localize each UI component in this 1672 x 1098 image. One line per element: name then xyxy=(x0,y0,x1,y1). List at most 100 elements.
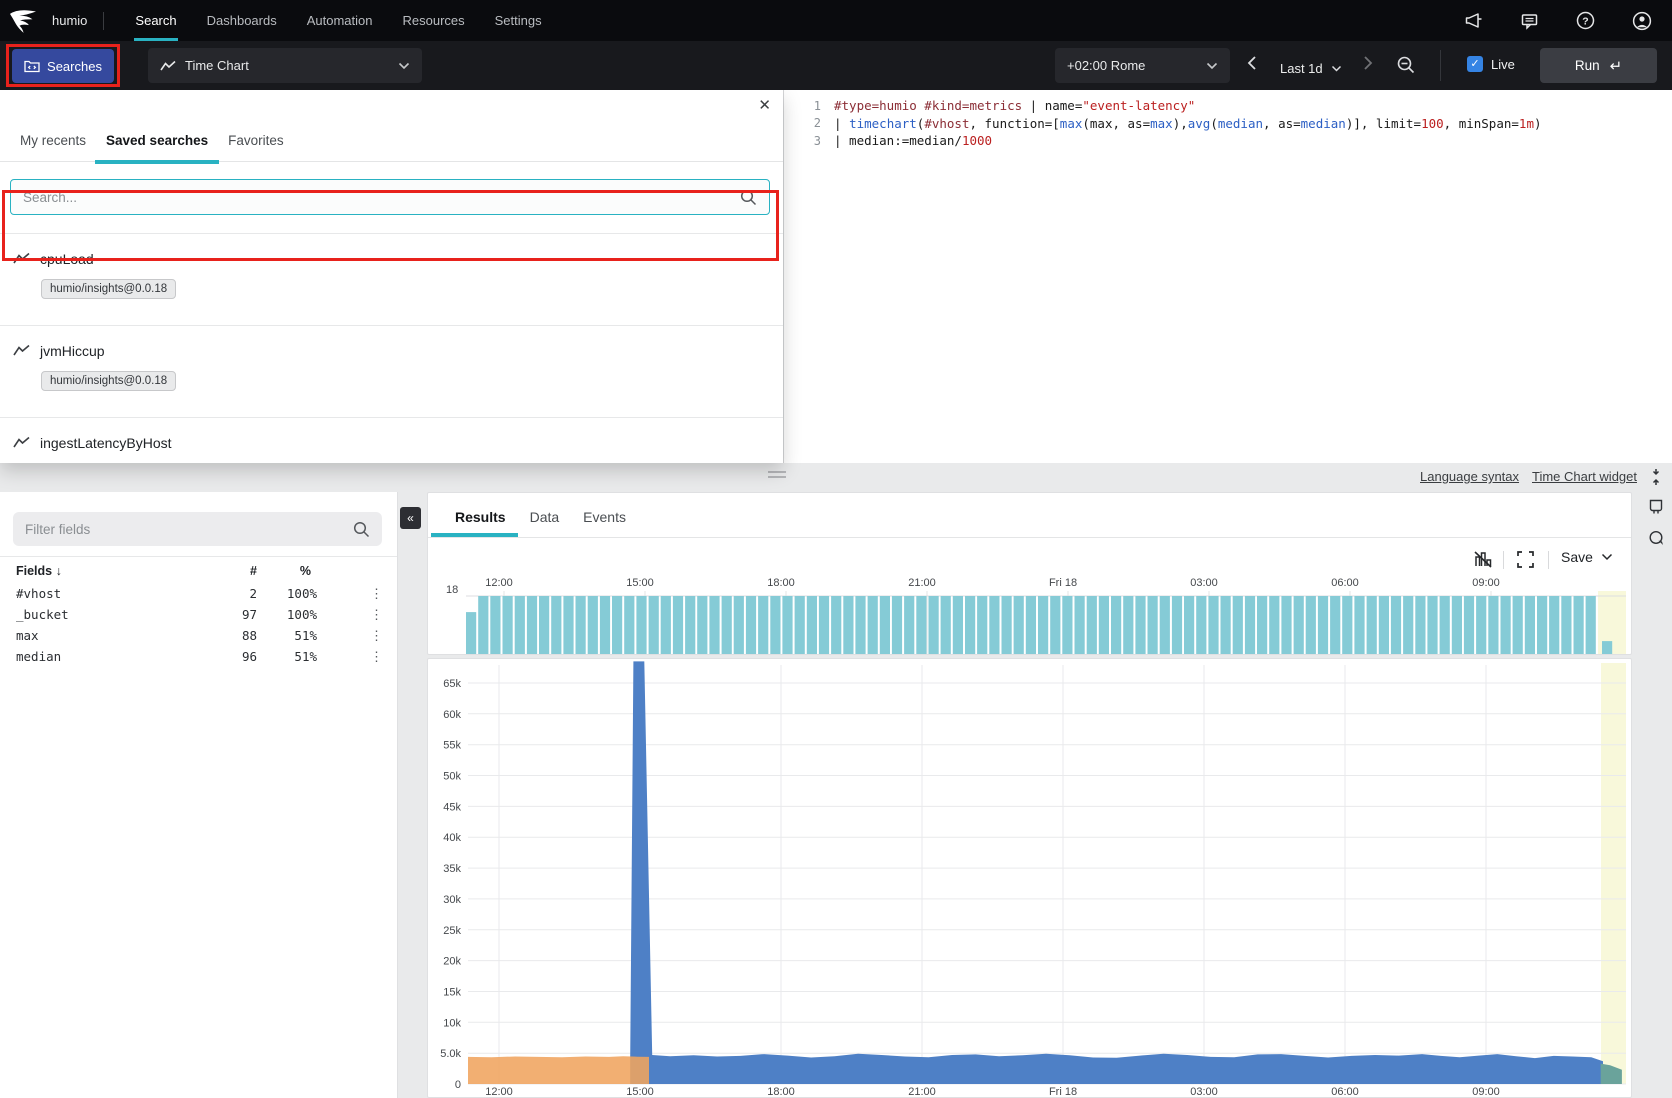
time-chart[interactable]: 65k60k55k50k45k40k35k30k25k20k15k10k5.0k… xyxy=(428,659,1631,1097)
field-row[interactable]: max8851%⋮ xyxy=(0,628,397,649)
save-button[interactable]: Save xyxy=(1561,549,1613,565)
feedback-icon[interactable] xyxy=(1520,12,1539,30)
y-tick-label: 10k xyxy=(443,1017,461,1029)
histogram-bar xyxy=(1281,596,1291,654)
tab-data[interactable]: Data xyxy=(518,509,572,537)
main-nav: SearchDashboardsAutomationResourcesSetti… xyxy=(120,0,556,41)
histogram-bar xyxy=(1099,596,1109,654)
time-prev-icon[interactable] xyxy=(1247,55,1257,76)
histogram-bar xyxy=(795,596,805,654)
collapse-fields-panel-button[interactable]: « xyxy=(400,507,421,529)
saved-search-name: jvmHiccup xyxy=(40,343,105,359)
histogram-bar xyxy=(904,596,914,654)
histogram-bar xyxy=(977,596,987,654)
field-row[interactable]: _bucket97100%⋮ xyxy=(0,607,397,628)
histogram-ymax-label: 18 xyxy=(446,584,458,596)
tab-results[interactable]: Results xyxy=(443,509,518,537)
histogram-bar xyxy=(1172,596,1182,654)
package-badge: humio/insights@0.0.18 xyxy=(41,371,176,391)
histogram-bar xyxy=(1403,596,1413,654)
help-icon[interactable]: ? xyxy=(1576,11,1595,30)
nav-item-resources[interactable]: Resources xyxy=(388,0,480,41)
histogram-bar xyxy=(1488,596,1498,654)
close-icon[interactable]: ✕ xyxy=(758,98,771,113)
widget-dock-icon[interactable] xyxy=(1648,499,1664,521)
histogram-bar xyxy=(1525,596,1535,654)
y-tick-label: 15k xyxy=(443,987,461,999)
field-count: 88 xyxy=(242,628,257,643)
enter-key-icon: ↵ xyxy=(1610,57,1623,75)
time-chart-widget-link[interactable]: Time Chart widget xyxy=(1532,469,1637,484)
fullscreen-icon[interactable] xyxy=(1516,550,1535,574)
code-text: | median:=median/1000 xyxy=(834,133,992,148)
account-icon[interactable] xyxy=(1632,11,1652,31)
event-distribution-histogram[interactable] xyxy=(466,591,1626,655)
searches-button[interactable]: Searches xyxy=(12,49,114,83)
field-count: 96 xyxy=(242,649,257,664)
search-inspect-icon[interactable] xyxy=(1648,530,1665,552)
nav-item-settings[interactable]: Settings xyxy=(480,0,557,41)
histogram-bar xyxy=(490,596,500,654)
time-range-select[interactable]: Last 1d xyxy=(1280,61,1342,76)
announcements-icon[interactable] xyxy=(1464,12,1483,30)
view-type-select[interactable]: Time Chart xyxy=(148,48,422,83)
histogram-x-tick-label: 12:00 xyxy=(485,577,513,589)
histogram-bar xyxy=(916,596,926,654)
kebab-menu-icon[interactable]: ⋮ xyxy=(370,607,383,623)
toolbar-divider xyxy=(1440,50,1441,81)
field-row[interactable]: #vhost2100%⋮ xyxy=(0,586,397,607)
live-checkbox[interactable]: ✓ Live xyxy=(1467,56,1515,72)
time-next-icon[interactable] xyxy=(1363,55,1373,76)
tab-events[interactable]: Events xyxy=(571,509,638,537)
histogram-bar xyxy=(953,596,963,654)
nav-item-automation[interactable]: Automation xyxy=(292,0,388,41)
query-editor[interactable]: 1#type=humio #kind=metrics | name="event… xyxy=(783,90,1672,463)
filter-fields-input[interactable] xyxy=(25,522,353,537)
histogram-bar xyxy=(782,596,792,654)
code-line: 2| timechart(#vhost, function=[max(max, … xyxy=(784,115,1672,133)
histogram-bar xyxy=(709,596,719,654)
field-row[interactable]: median9651%⋮ xyxy=(0,649,397,670)
run-button[interactable]: Run ↵ xyxy=(1540,48,1657,83)
nav-item-search[interactable]: Search xyxy=(120,0,191,41)
zoom-out-icon[interactable] xyxy=(1396,55,1416,80)
time-chart-icon xyxy=(160,60,176,72)
tab-my-recents[interactable]: My recents xyxy=(10,133,96,161)
field-percent: 51% xyxy=(294,628,317,643)
kebab-menu-icon[interactable]: ⋮ xyxy=(370,628,383,644)
histogram-bar xyxy=(1586,596,1596,654)
histogram-bar xyxy=(1233,596,1243,654)
tab-saved-searches[interactable]: Saved searches xyxy=(96,133,218,161)
histogram-x-tick-label: 21:00 xyxy=(908,577,936,589)
nav-item-dashboards[interactable]: Dashboards xyxy=(192,0,292,41)
histogram-bar xyxy=(1245,596,1255,654)
language-syntax-link[interactable]: Language syntax xyxy=(1420,469,1519,484)
saved-search-item[interactable]: ingestLatencyByHosthumio/insights@0.0.18 xyxy=(0,417,783,463)
series-area-blue xyxy=(630,661,1603,1084)
histogram-bar xyxy=(1269,596,1279,654)
tab-favorites[interactable]: Favorites xyxy=(218,133,294,161)
splitter-drag-handle[interactable] xyxy=(768,471,786,481)
chevron-down-icon xyxy=(398,62,410,70)
line-number: 1 xyxy=(784,99,834,113)
saved-search-input[interactable] xyxy=(23,190,740,205)
results-card: ResultsDataEvents Save 18 12:0015:0018:0… xyxy=(427,492,1632,655)
y-tick-label: 20k xyxy=(443,956,461,968)
timezone-select[interactable]: +02:00 Rome xyxy=(1055,48,1230,83)
time-chart-card: 65k60k55k50k45k40k35k30k25k20k15k10k5.0k… xyxy=(427,658,1632,1098)
histogram-bar xyxy=(1184,596,1194,654)
saved-search-item[interactable]: cpuLoadhumio/insights@0.0.18 xyxy=(0,233,783,325)
timezone-label: +02:00 Rome xyxy=(1067,58,1145,73)
sort-descending-icon[interactable]: ↓ xyxy=(56,564,62,578)
saved-search-item[interactable]: jvmHiccup humio/insights@0.0.18 xyxy=(0,325,783,417)
brand-name: humio xyxy=(52,13,87,28)
kebab-menu-icon[interactable]: ⋮ xyxy=(370,586,383,602)
kebab-menu-icon[interactable]: ⋮ xyxy=(370,649,383,665)
y-tick-label: 60k xyxy=(443,709,461,721)
x-tick-label: 06:00 xyxy=(1331,1086,1359,1097)
collapse-vertical-icon[interactable] xyxy=(1648,468,1664,491)
humio-search-page: humio SearchDashboardsAutomationResource… xyxy=(0,0,1672,1098)
code-text: | timechart(#vhost, function=[max(max, a… xyxy=(834,116,1542,131)
toggle-histogram-icon[interactable] xyxy=(1473,550,1493,574)
histogram-bar xyxy=(1050,596,1060,654)
